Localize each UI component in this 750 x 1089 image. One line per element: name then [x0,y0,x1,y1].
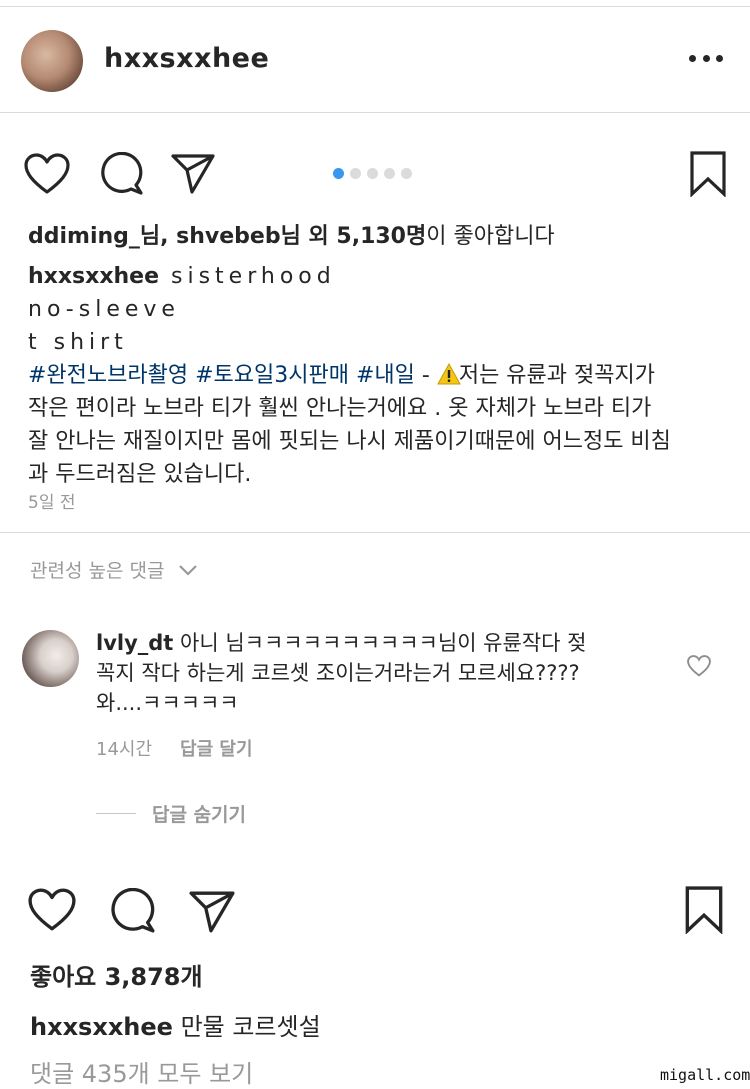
heart-icon[interactable] [28,888,76,932]
caption-text-b: 작은 편이라 노브라 티가 훨씬 안나는거에요 . 옷 자체가 노브라 티가 [28,396,652,421]
caption-username-2[interactable]: hxxsxxhee [30,1013,173,1041]
share-icon[interactable] [188,890,236,934]
reply-button[interactable]: 답글 달기 [180,735,253,761]
carousel-dot [350,168,361,179]
caption-line-1: sisterhood [159,264,336,289]
watermark: migall.com [660,1066,750,1084]
heart-icon[interactable] [24,153,70,195]
caption-line-3: t shirt [28,330,128,355]
caption-line-2: no-sleeve [28,297,180,322]
hide-replies-line [96,813,136,814]
comment-icon[interactable] [98,152,144,196]
carousel-indicator [333,168,412,179]
hide-replies-button[interactable]: 답글 숨기기 [96,800,246,827]
carousel-dot [384,168,395,179]
view-all-comments-link[interactable]: 댓글 435개 모두 보기 [30,1054,253,1089]
caption-divider [0,532,750,533]
comment-body: lvly_dt 아니 님ㅋㅋㅋㅋㅋㅋㅋㅋㅋㅋ님이 유륜작다 젖 꼭지 작다 하는… [96,628,656,718]
share-icon[interactable] [170,153,216,195]
post-author-avatar[interactable] [21,30,83,92]
comment-line-3: 와....ㅋㅋㅋㅋㅋ [96,691,239,715]
post-time: 5일 전 [28,493,76,513]
warning-icon [436,362,461,385]
liked-by-users: ddiming_님, shvebeb님 외 [28,224,337,249]
carousel-dot-active [333,168,344,179]
bookmark-icon[interactable] [690,151,726,197]
comment-line-2: 꼭지 작다 하는게 코르셋 조이는거라는거 모르세요???? [96,661,580,685]
post-caption: hxxsxxhee sisterhood no-sleeve t shirt #… [28,260,728,491]
comment-line-1: 아니 님ㅋㅋㅋㅋㅋㅋㅋㅋㅋㅋ님이 유륜작다 젖 [173,631,587,655]
comment-icon[interactable] [108,888,156,934]
carousel-dot [401,168,412,179]
post-caption-2: hxxsxxhee 만물 코르셋설 [30,1007,321,1042]
caption-text-c: 잘 안나는 재질이지만 몸에 핏되는 나시 제품이기때문에 어느정도 비침 [28,429,671,454]
post-author-username[interactable]: hxxsxxhee [104,43,269,74]
likes-count: 5,130명 [336,224,427,249]
top-border [0,6,750,7]
likes-count-2[interactable]: 좋아요 3,878개 [30,957,203,992]
comment-meta: 14시간 답글 달기 [96,735,253,761]
caption-username[interactable]: hxxsxxhee [28,264,159,289]
commenter-avatar[interactable] [22,630,79,687]
comment-sort-dropdown[interactable]: 관련성 높은 댓글 [30,556,198,583]
comment-time: 14시간 [96,739,153,760]
hashtags[interactable]: #완전노브라촬영 #토요일3시판매 #내일 [28,363,415,388]
caption-text-2: 만물 코르셋설 [172,1013,321,1041]
likes-suffix: 이 좋아합니다 [426,224,555,249]
bookmark-icon[interactable] [685,886,723,934]
commenter-username[interactable]: lvly_dt [96,631,173,655]
more-options-icon[interactable] [689,48,723,68]
header-divider [0,112,750,113]
caption-text-a: 저는 유륜과 젖꼭지가 [458,363,655,388]
comment-like-heart-icon[interactable] [687,655,711,677]
carousel-dot [367,168,378,179]
hide-replies-label: 답글 숨기기 [152,804,247,826]
caption-text-d: 과 두드러짐은 있습니다. [28,462,252,487]
comment-sort-label: 관련성 높은 댓글 [30,560,165,582]
likes-summary[interactable]: ddiming_님, shvebeb님 외 5,130명이 좋아합니다 [28,218,555,250]
caption-dash: - [414,363,437,388]
chevron-down-icon [179,564,198,576]
